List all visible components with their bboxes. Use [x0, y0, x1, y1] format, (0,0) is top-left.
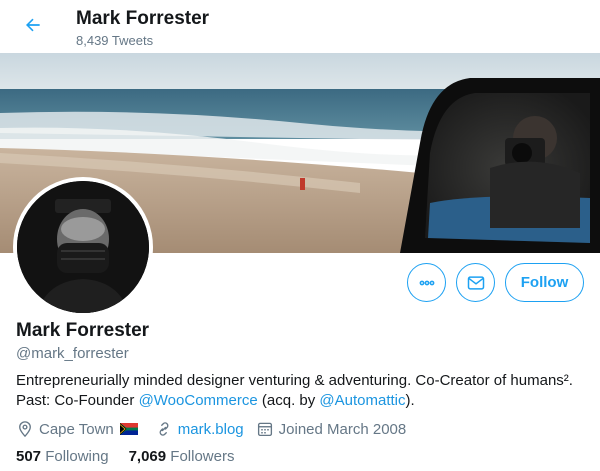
joined-date: Joined March 2008	[256, 420, 407, 438]
woocommerce-link[interactable]: @WooCommerce	[139, 392, 258, 409]
following-label: Following	[45, 448, 109, 465]
header-name: Mark Forrester	[76, 8, 210, 29]
profile-meta: Cape Town mark.blog Joined March 2008	[16, 419, 418, 439]
more-button[interactable]	[407, 263, 446, 302]
bio-line-2: Past: Co-Founder @WooCommerce (acq. by @…	[16, 391, 586, 411]
bio-text: (acq. by	[257, 392, 320, 409]
more-icon	[419, 280, 434, 285]
website-link[interactable]: mark.blog	[178, 421, 244, 438]
profile-handle: @mark_forrester	[16, 345, 129, 362]
profile-stats: 507 Following 7,069 Followers	[16, 448, 254, 465]
automattic-link[interactable]: @Automattic	[319, 392, 405, 409]
joined-text: Joined March 2008	[278, 420, 407, 438]
message-button[interactable]	[456, 263, 495, 302]
location-text: Cape Town	[39, 420, 114, 438]
back-button[interactable]	[16, 8, 50, 42]
south-africa-flag-icon	[119, 423, 138, 435]
followers-stat[interactable]: 7,069 Followers	[129, 448, 235, 465]
followers-label: Followers	[170, 448, 235, 465]
mail-icon	[467, 275, 484, 290]
following-stat[interactable]: 507 Following	[16, 448, 109, 465]
bio-text: ).	[405, 392, 415, 409]
calendar-icon	[257, 422, 272, 437]
avatar[interactable]	[13, 177, 153, 317]
follow-button[interactable]: Follow	[505, 263, 584, 302]
profile-bio: Entrepreneurially minded designer ventur…	[16, 371, 586, 411]
profile-display-name: Mark Forrester	[16, 320, 150, 341]
location: Cape Town	[16, 420, 143, 438]
bio-line-1: Entrepreneurially minded designer ventur…	[16, 372, 573, 389]
website[interactable]: mark.blog	[155, 420, 244, 438]
tweet-count: 8,439 Tweets	[76, 33, 154, 48]
avatar-image	[17, 181, 149, 313]
following-count: 507	[16, 448, 42, 465]
arrow-left-icon	[26, 18, 40, 32]
link-icon	[159, 422, 169, 436]
location-icon	[19, 421, 31, 438]
bio-text: Past: Co-Founder	[16, 392, 139, 409]
top-bar: Mark Forrester 8,439 Tweets	[0, 0, 600, 53]
followers-count: 7,069	[128, 448, 167, 465]
